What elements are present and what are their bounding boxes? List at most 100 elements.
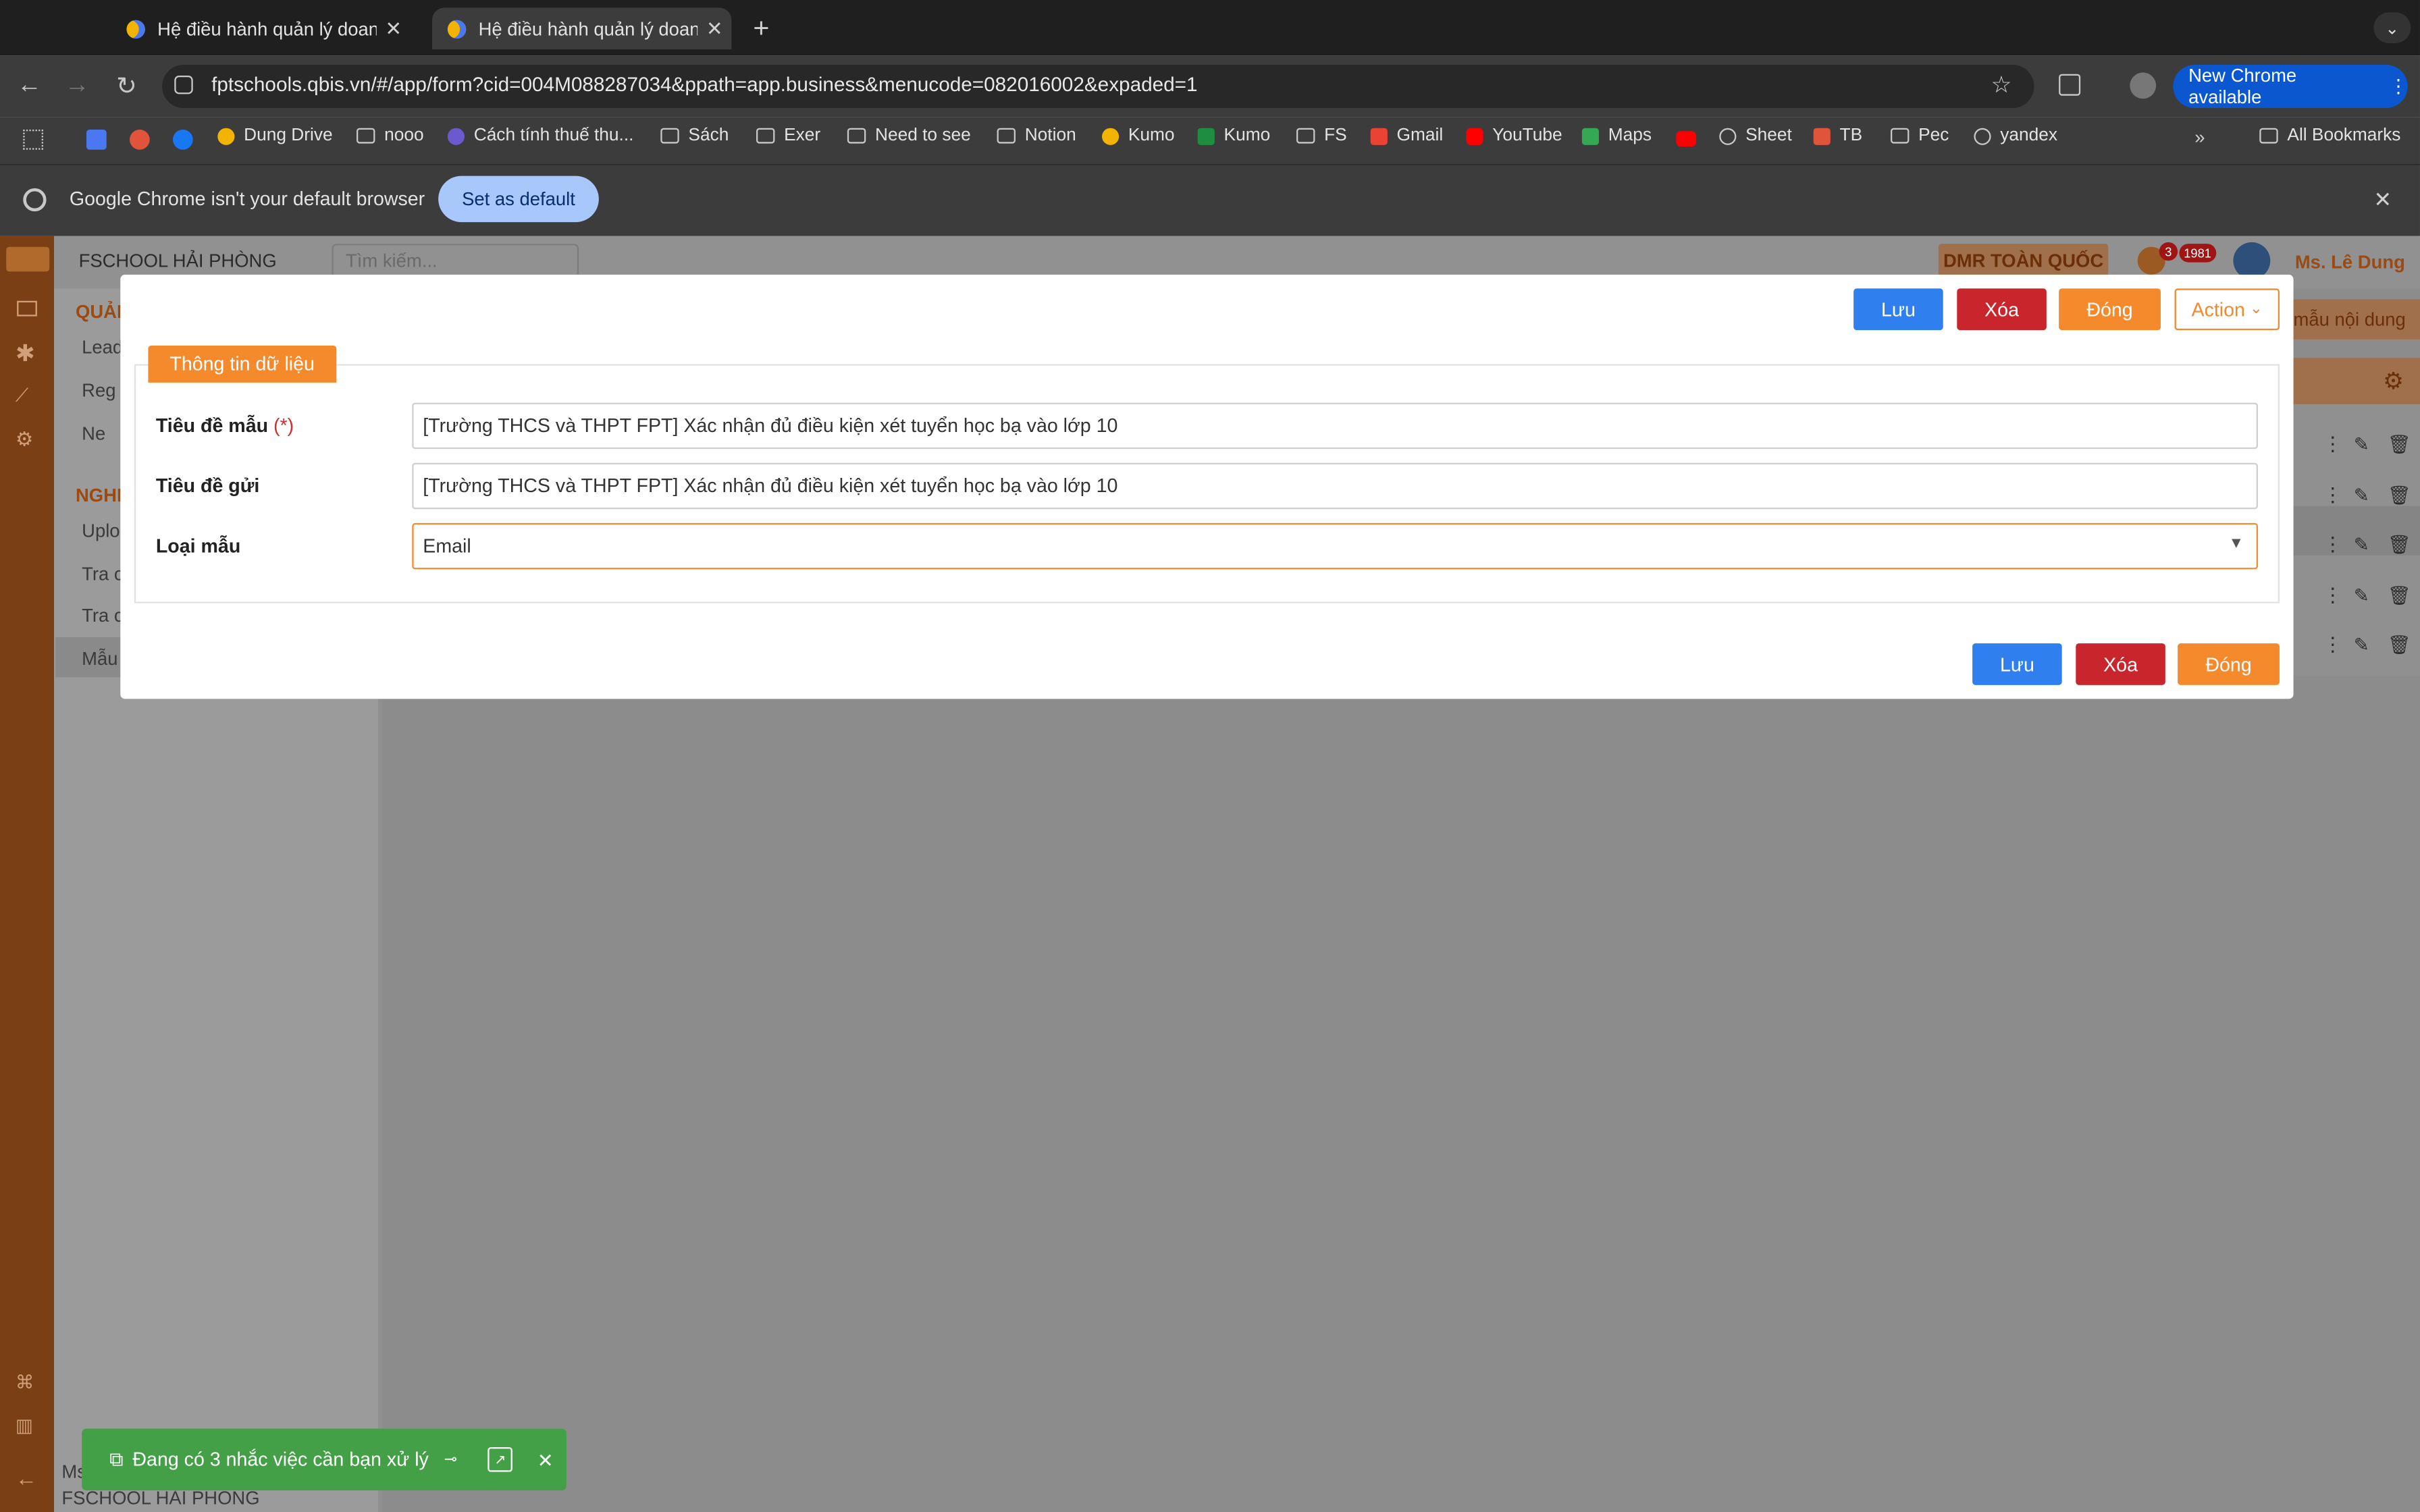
site-info-icon[interactable] <box>174 75 193 94</box>
bookmark-tb[interactable]: TB <box>1813 126 1862 145</box>
bookmark-label: yandex <box>2000 126 2058 145</box>
school-name[interactable]: FSCHOOL HẢI PHÒNG <box>79 250 277 271</box>
send-title-input[interactable]: [Trường THCS và THPT FPT] Xác nhận đủ đi… <box>412 462 2258 510</box>
bookmark-kumo-drive[interactable]: Kumo <box>1101 126 1175 145</box>
all-bookmarks[interactable]: All Bookmarks <box>2259 126 2401 145</box>
facebook-icon[interactable] <box>172 129 193 150</box>
bookmark-kumo-sheet[interactable]: Kumo <box>1197 126 1271 145</box>
collapse-arrow-icon[interactable]: ← <box>16 1465 37 1490</box>
save-button-top[interactable]: Lưu <box>1853 288 1943 331</box>
search-placeholder: Tìm kiếm... <box>345 250 438 272</box>
back-icon[interactable]: ← <box>11 68 48 105</box>
table-settings-gear-icon[interactable]: ⚙ <box>2383 367 2404 395</box>
bookmark-star-icon[interactable]: ☆ <box>1991 71 2012 99</box>
folder-icon <box>1296 128 1315 144</box>
select-caret-icon[interactable]: ▼ <box>2229 535 2244 552</box>
browser-tab[interactable]: Hệ điều hành quản lý doanh n ✕ <box>111 7 411 49</box>
bookmark-gmail[interactable]: Gmail <box>1370 126 1443 145</box>
bookmark-folder-pec[interactable]: Pec <box>1890 126 1949 145</box>
tab-search-icon[interactable]: ⌄ <box>2373 12 2411 43</box>
bookmark-label: Kumo <box>1128 126 1175 145</box>
profile-avatar-icon[interactable] <box>2130 72 2157 99</box>
bookmark-label: Kumo <box>1224 126 1271 145</box>
qbis-avatar[interactable] <box>2233 242 2271 279</box>
menu-item[interactable]: Ne <box>82 423 105 444</box>
bookmark-label: YouTube <box>1492 126 1562 145</box>
menu-item[interactable]: Tra c <box>82 605 123 626</box>
label-text: Tiêu đề mẫu <box>155 414 269 437</box>
app-search-input[interactable]: Tìm kiếm... <box>332 244 579 278</box>
youtube-icon[interactable] <box>1676 131 1696 147</box>
bookmark-folder-notion[interactable]: Notion <box>997 126 1076 145</box>
browser-tab-active[interactable]: Hệ điều hành quản lý doanh n ✕ <box>431 7 732 50</box>
template-title-input[interactable]: [Trường THCS và THPT FPT] Xác nhận đủ đi… <box>412 402 2258 450</box>
app-logo <box>6 246 50 272</box>
reload-icon[interactable]: ↻ <box>108 68 145 105</box>
new-chrome-label: New Chrome available <box>2188 64 2297 108</box>
bookmark-dung-drive[interactable]: Dung Drive <box>217 126 333 145</box>
reminder-toast[interactable]: ⧉ Đang có 3 nhắc việc cần bạn xử lý ⊸ ↗ … <box>82 1428 567 1490</box>
youtube-icon <box>1466 127 1483 144</box>
close-toast-icon[interactable]: ✕ <box>537 1448 554 1471</box>
bookmark-folder-fs[interactable]: FS <box>1296 126 1347 145</box>
menu-item[interactable]: Reg <box>82 379 115 401</box>
dmr-label[interactable]: DMR TOÀN QUỐC <box>1938 244 2109 278</box>
bookmark-folder-sach[interactable]: Sách <box>660 126 729 145</box>
set-as-default-button[interactable]: Set as default <box>438 176 599 223</box>
bookmark-yandex[interactable]: yandex <box>1974 126 2058 145</box>
close-tab-icon[interactable]: ✕ <box>698 16 731 41</box>
translate-icon[interactable] <box>86 129 107 150</box>
bookmark-folder-exer[interactable]: Exer <box>756 126 820 145</box>
menu-item-active[interactable]: Mẫu <box>82 648 117 670</box>
action-dropdown-button[interactable]: Action ⌄ <box>2174 288 2280 331</box>
bookmark-folder-need-to-see[interactable]: Need to see <box>847 126 971 145</box>
bookmark-label: All Bookmarks <box>2287 126 2401 145</box>
chrome-icon[interactable] <box>129 129 150 150</box>
row-delete-column[interactable]: 🗑 🗑 🗑 🗑 🗑 <box>2388 420 2411 670</box>
right-tab-label[interactable]: mẫu nội dung <box>2293 299 2420 340</box>
bookmark-maps[interactable]: Maps <box>1581 126 1652 145</box>
infobar-message: Google Chrome isn't your default browser <box>69 188 425 210</box>
user-name[interactable]: Ms. Lê Dung <box>2295 252 2405 273</box>
chrome-logo-icon <box>23 188 47 212</box>
close-infobar-icon[interactable]: ✕ <box>2373 187 2392 213</box>
row-actions-column[interactable]: ⋮ ⋮ ⋮ ⋮ ⋮ <box>2323 420 2343 670</box>
extensions-icon[interactable] <box>2059 74 2081 96</box>
close-tab-icon[interactable]: ✕ <box>377 16 411 41</box>
sitemap-icon[interactable]: ⌘ <box>16 1372 34 1393</box>
close-button-top[interactable]: Đóng <box>2059 288 2161 331</box>
forward-icon[interactable]: → <box>59 68 96 105</box>
apps-grid-icon[interactable] <box>23 129 43 150</box>
asterisk-icon[interactable]: ✱ <box>16 340 35 367</box>
new-chrome-available-button[interactable]: New Chrome available ⋮ <box>2173 64 2408 108</box>
bookmark-cach-tinh[interactable]: Cách tính thuế thu... <box>447 126 634 145</box>
new-tab-icon[interactable]: + <box>753 12 769 45</box>
action-label: Action <box>2191 298 2245 321</box>
url-text[interactable]: fptschools.qbis.vn/#/app/form?cid=004M08… <box>211 72 1197 95</box>
select-value: Email <box>423 535 471 558</box>
bookmark-folder-nooo[interactable]: nooo <box>356 126 424 145</box>
more-bookmarks-icon[interactable]: » <box>2194 126 2205 148</box>
menu-dots-icon: ⋮ <box>2389 75 2408 97</box>
bookmark-sheet[interactable]: Sheet <box>1719 126 1792 145</box>
bookmark-label: Cách tính thuế thu... <box>473 126 634 145</box>
delete-button-bottom[interactable]: Xóa <box>2076 643 2165 685</box>
delete-button-top[interactable]: Xóa <box>1957 288 2047 331</box>
bookmark-youtube[interactable]: YouTube <box>1466 126 1562 145</box>
save-button-bottom[interactable]: Lưu <box>1972 643 2062 685</box>
menu-item[interactable]: Uplo <box>82 520 120 541</box>
bar-chart-icon[interactable]: ▥ <box>16 1415 33 1436</box>
bookmark-label: Need to see <box>874 126 971 145</box>
folder-icon <box>997 128 1016 144</box>
required-mark: (*) <box>273 414 294 437</box>
chart-icon[interactable]: ⟋ <box>16 384 28 407</box>
close-button-bottom[interactable]: Đóng <box>2178 643 2280 685</box>
menu-item[interactable]: Tra c <box>82 563 123 585</box>
menu-item[interactable]: Lead <box>82 336 123 358</box>
monitor-icon[interactable] <box>17 300 37 317</box>
folder-icon <box>2259 128 2278 144</box>
settings-gear-icon[interactable]: ⚙ <box>16 427 34 452</box>
open-popup-icon[interactable]: ↗ <box>488 1447 513 1472</box>
row-edit-column[interactable]: ✎ ✎ ✎ ✎ ✎ <box>2354 420 2369 670</box>
template-type-select[interactable]: Email <box>412 522 2258 570</box>
